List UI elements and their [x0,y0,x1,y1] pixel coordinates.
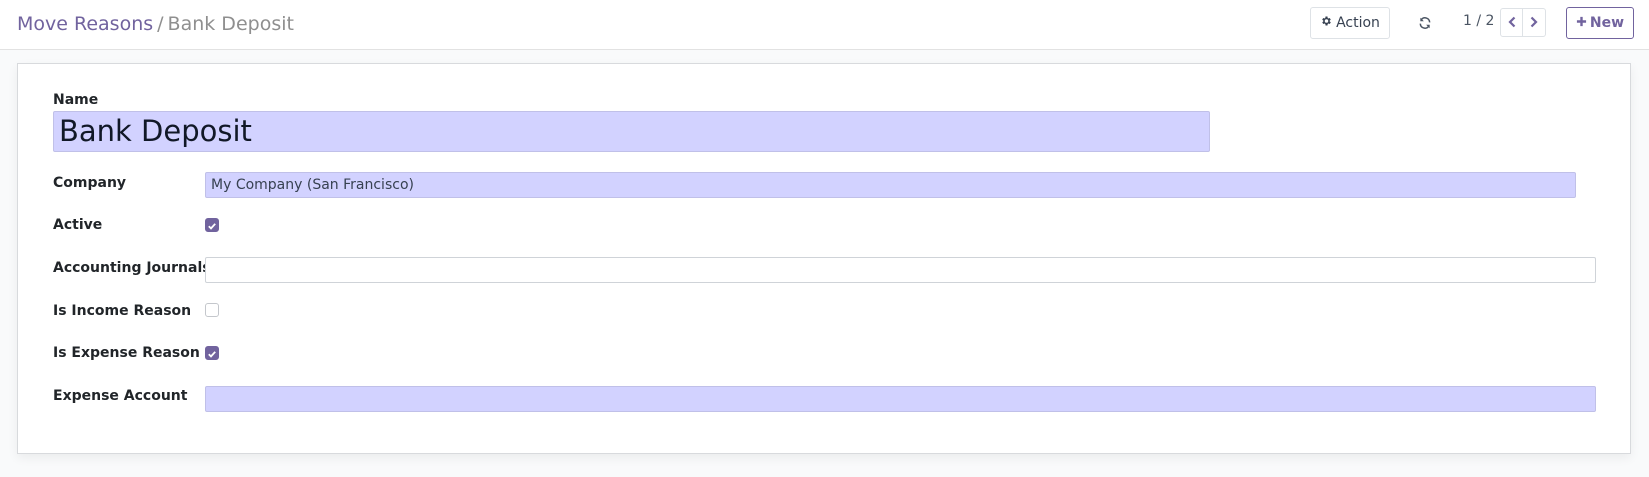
breadcrumb-parent-link[interactable]: Move Reasons [17,13,153,35]
action-button[interactable]: Action [1310,7,1390,39]
is-expense-reason-checkbox[interactable] [205,346,219,360]
company-label: Company [53,175,127,191]
refresh-icon[interactable] [1414,12,1436,34]
chevron-right-icon [1529,13,1539,32]
expense-account-label: Expense Account [53,388,188,404]
new-button-label: New [1589,15,1625,31]
is-income-reason-label: Is Income Reason [53,303,192,319]
expense-account-field[interactable] [205,386,1596,412]
pager-previous-button[interactable] [1500,8,1523,37]
active-label: Active [53,217,103,233]
active-checkbox[interactable] [205,218,219,232]
gear-icon [1320,15,1332,31]
check-icon [207,216,217,235]
plus-icon [1576,15,1587,31]
check-icon [207,344,217,363]
pager-next-button[interactable] [1523,8,1546,37]
new-button[interactable]: New [1566,7,1634,39]
pager-value[interactable]: 1 / 2 [1463,13,1494,29]
is-expense-reason-label: Is Expense Reason [53,345,200,361]
breadcrumb-separator: / [157,13,164,35]
name-field[interactable]: Bank Deposit [53,111,1210,152]
action-button-label: Action [1336,15,1380,31]
is-income-reason-checkbox[interactable] [205,303,219,317]
breadcrumb: Move Reasons / Bank Deposit [17,12,294,36]
accounting-journals-label: Accounting Journals [53,260,211,276]
company-field[interactable]: My Company (San Francisco) [205,172,1576,198]
accounting-journals-field[interactable] [205,257,1596,283]
name-label: Name [53,92,99,108]
breadcrumb-current: Bank Deposit [167,13,294,35]
control-panel: Move Reasons / Bank Deposit Action 1 / 2 N… [0,0,1649,50]
chevron-left-icon [1507,13,1517,32]
